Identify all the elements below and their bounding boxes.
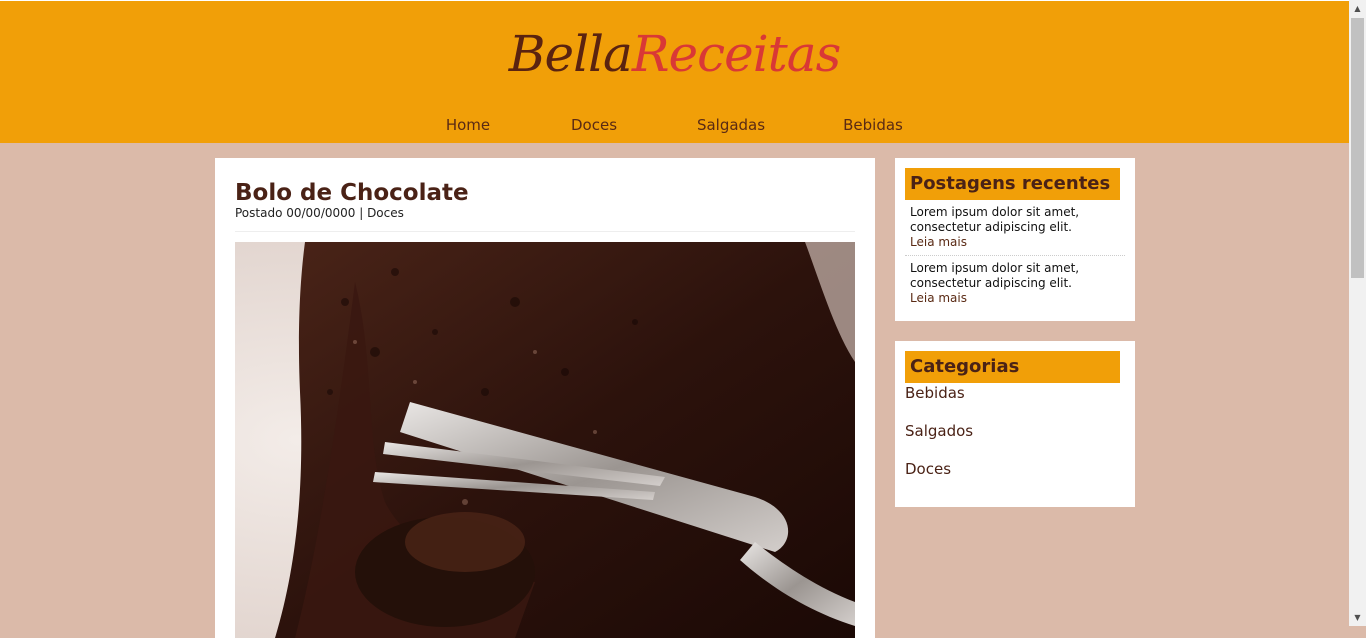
categories-widget: Categorias Bebidas Salgados Doces (895, 341, 1135, 507)
categories-title: Categorias (905, 351, 1120, 383)
scroll-up-icon[interactable]: ▲ (1349, 0, 1366, 17)
logo-part-receitas: Receitas (631, 25, 841, 83)
chocolate-cake-photo (235, 242, 855, 638)
post-meta: Postado 00/00/0000 | Doces (235, 206, 404, 220)
nav-item-home[interactable]: Home (446, 115, 490, 135)
category-doces[interactable]: Doces (905, 459, 951, 479)
recent-post-excerpt: Lorem ipsum dolor sit amet, consectetur … (910, 205, 1080, 234)
scroll-down-icon[interactable]: ▼ (1349, 609, 1366, 626)
logo-part-bella: Bella (508, 25, 633, 83)
nav-item-bebidas[interactable]: Bebidas (843, 115, 903, 135)
post-divider (235, 231, 855, 232)
site-logo[interactable]: BellaReceitas (0, 19, 1349, 89)
site-header: BellaReceitas Home Doces Salgadas Bebida… (0, 0, 1349, 143)
category-salgados[interactable]: Salgados (905, 421, 973, 441)
recent-posts-widget: Postagens recentes Lorem ipsum dolor sit… (895, 158, 1135, 321)
nav-item-salgadas[interactable]: Salgadas (697, 115, 765, 135)
post-title[interactable]: Bolo de Chocolate (235, 178, 469, 208)
recent-posts-divider (905, 255, 1125, 256)
main-nav: Home Doces Salgadas Bebidas (0, 115, 1349, 135)
category-bebidas[interactable]: Bebidas (905, 383, 965, 403)
nav-item-doces[interactable]: Doces (571, 115, 617, 135)
recent-post-excerpt: Lorem ipsum dolor sit amet, consectetur … (910, 261, 1080, 290)
recent-post-item: Lorem ipsum dolor sit amet, consectetur … (910, 261, 1120, 306)
vertical-scrollbar[interactable]: ▲ ▼ (1349, 0, 1366, 626)
recent-posts-title: Postagens recentes (905, 168, 1120, 200)
main-post: Bolo de Chocolate Postado 00/00/0000 | D… (215, 158, 875, 638)
recent-post-item: Lorem ipsum dolor sit amet, consectetur … (910, 205, 1120, 250)
scrollbar-thumb[interactable] (1351, 18, 1364, 278)
read-more-link[interactable]: Leia mais (910, 291, 1120, 306)
read-more-link[interactable]: Leia mais (910, 235, 1120, 250)
